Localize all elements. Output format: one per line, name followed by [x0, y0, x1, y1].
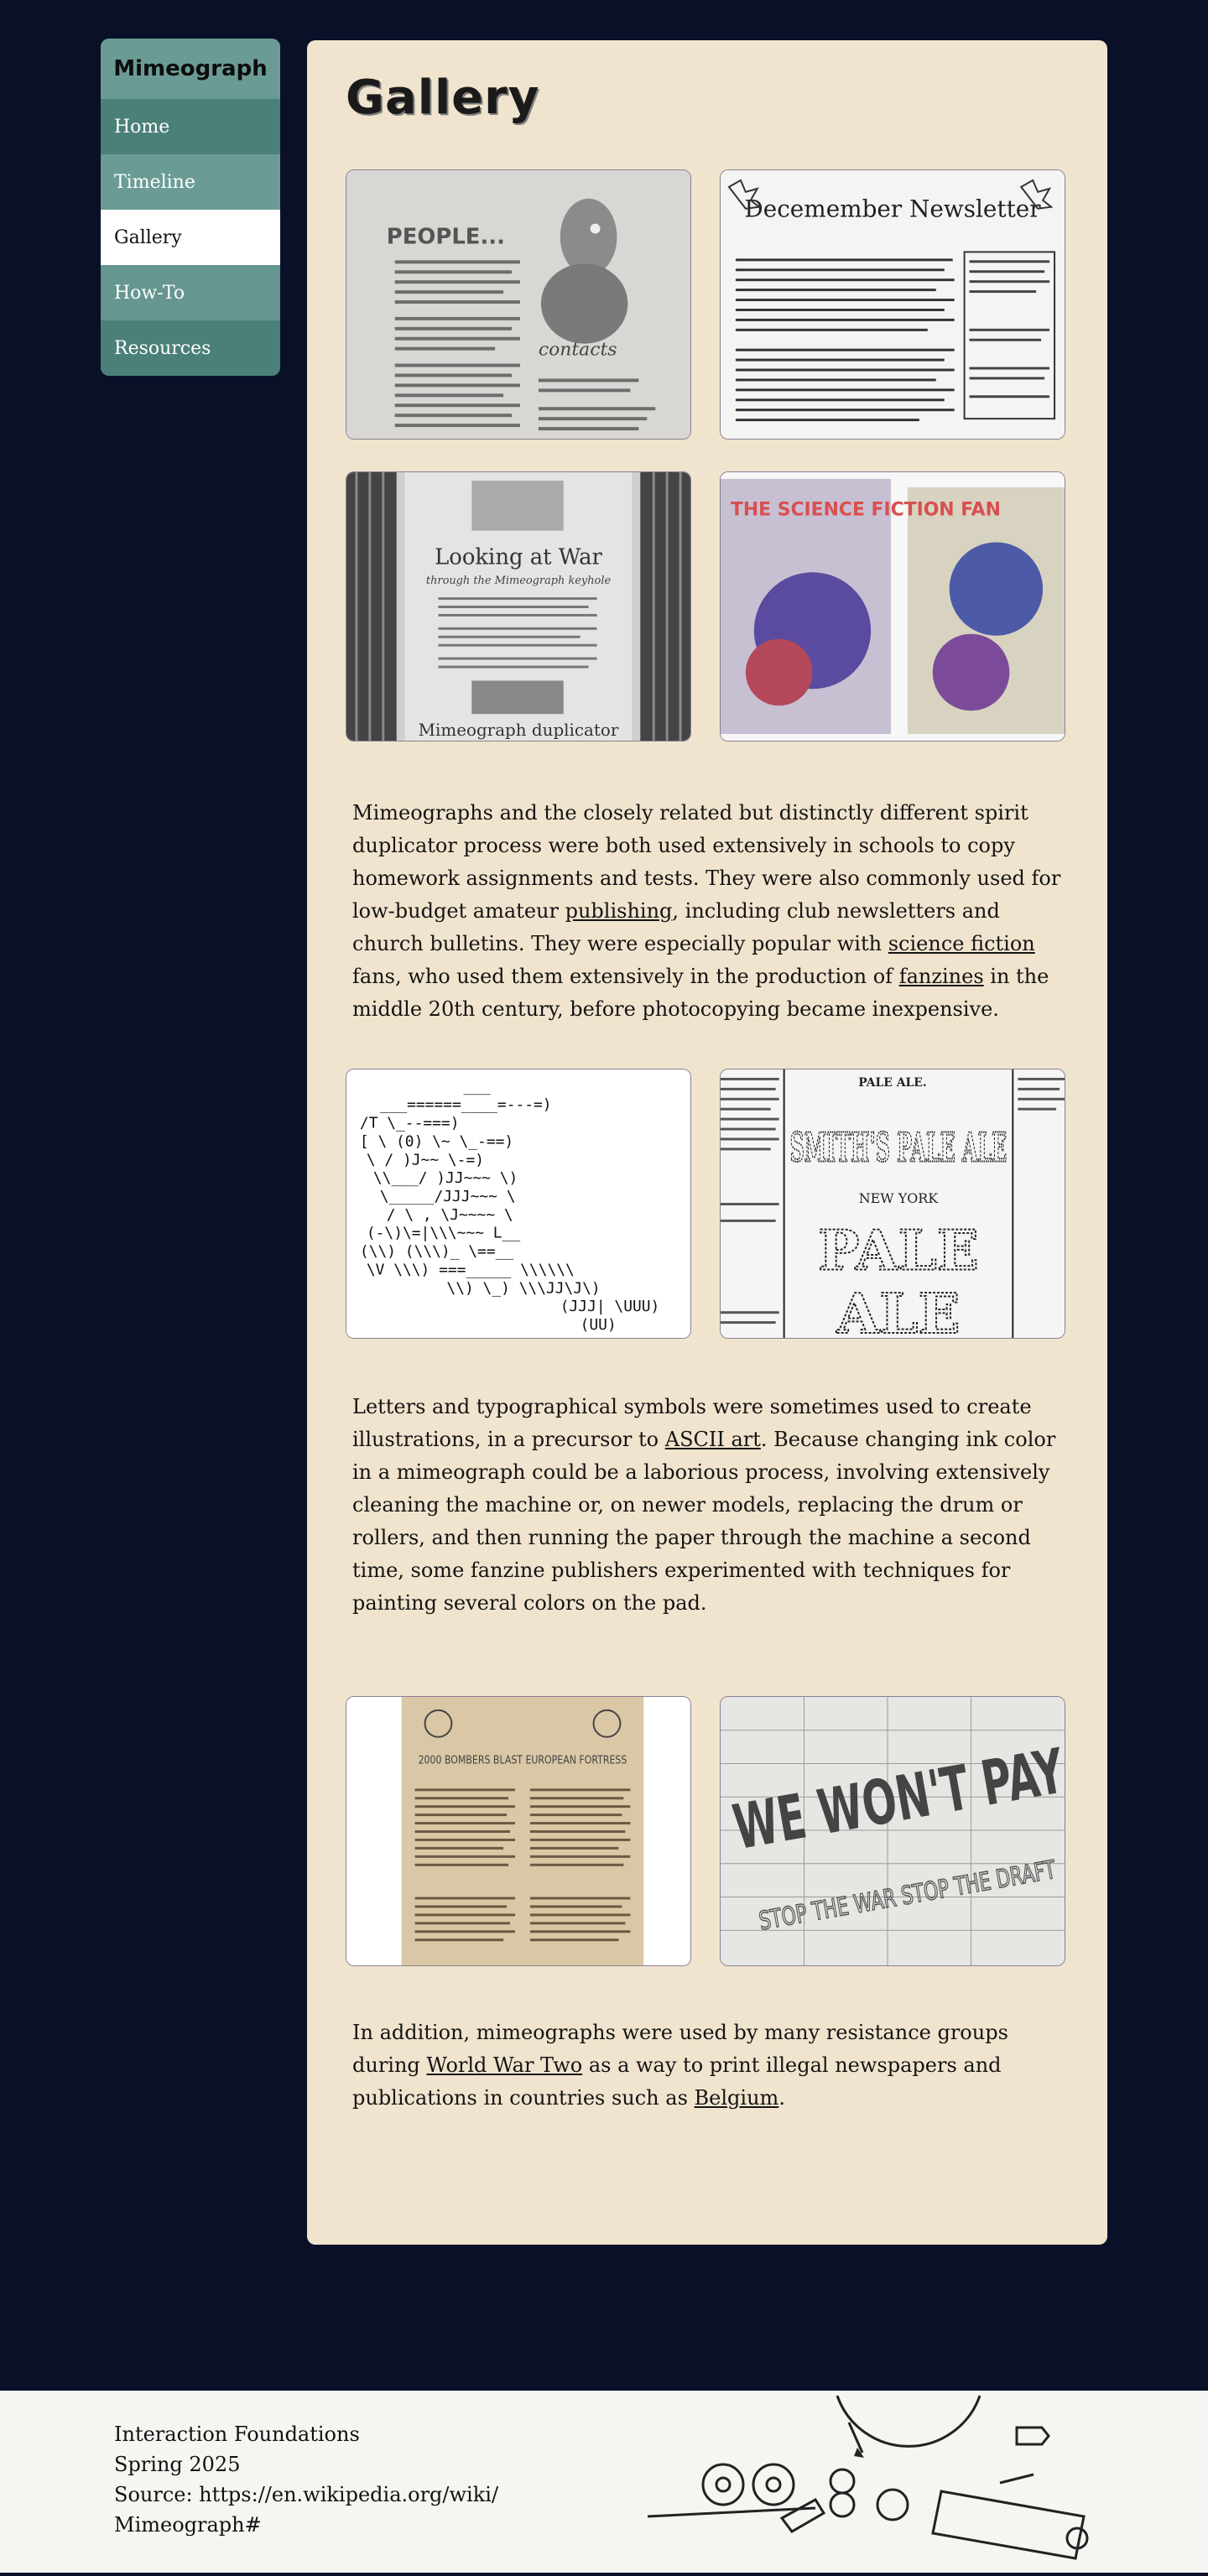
- svg-text:(-\)\=|\\\~~~ L__: (-\)\=|\\\~~~ L__: [367, 1225, 520, 1242]
- link-science-fiction[interactable]: science fiction: [888, 932, 1035, 955]
- paragraph-typographical-illustrations: Letters and typographical symbols were s…: [352, 1391, 1074, 1620]
- typewriter-art-image[interactable]: ___ ___======____=---=) /T \_--===) [ \ …: [346, 1069, 691, 1339]
- zine-caption: PEOPLE...: [387, 224, 505, 249]
- svg-text:/T \_--===): /T \_--===): [360, 1115, 460, 1132]
- footer-course: Interaction Foundations: [114, 2422, 360, 2446]
- war-ad-subcaption: through the Mimeograph keyhole: [426, 575, 612, 587]
- gallery-panel: Gallery PEOPLE... contacts Decemember Ne…: [307, 40, 1107, 2245]
- link-ascii-art[interactable]: ASCII art: [665, 1428, 761, 1451]
- newspaper-headline: 2000 BOMBERS BLAST EUROPEAN FORTRESS: [419, 1755, 627, 1767]
- footer-credits: Interaction Foundations Spring 2025 Sour…: [114, 2419, 500, 2540]
- ale-header: PALE ALE.: [858, 1076, 927, 1090]
- paragraph-text: . Because changing ink color in a mimeog…: [352, 1428, 1056, 1615]
- war-ad-caption: Looking at War: [435, 544, 602, 570]
- footer: Interaction Foundations Spring 2025 Sour…: [0, 2391, 1208, 2573]
- svg-text:/ \ , \J~~~~ \: / \ , \J~~~~ \: [387, 1206, 513, 1224]
- sf-fan-caption: THE SCIENCE FICTION FAN: [731, 500, 1001, 521]
- footer-source[interactable]: Source: https://en.wikipedia.org/wiki/: [114, 2480, 500, 2510]
- svg-text:contacts: contacts: [539, 340, 617, 361]
- svg-text:ALE: ALE: [836, 1282, 960, 1338]
- paragraph-mimeograph-uses: Mimeographs and the closely related but …: [352, 797, 1074, 1026]
- newsletter-caption: Decemember Newsletter: [744, 195, 1041, 223]
- footer-term: Spring 2025: [114, 2453, 241, 2476]
- nav-item-home[interactable]: Home: [101, 99, 280, 154]
- svg-text:\V \\\) ===_____ \\\\\\: \V \\\) ===_____ \\\\\\: [367, 1261, 575, 1278]
- svg-text:[ \ (0) \~ \_-==): [ \ (0) \~ \_-==): [360, 1132, 513, 1150]
- decemember-newsletter-image[interactable]: Decemember Newsletter: [720, 169, 1065, 440]
- link-fanzines[interactable]: fanzines: [899, 965, 984, 988]
- svg-text:___======____=---=): ___======____=---=): [380, 1096, 552, 1114]
- svg-text:(\\) (\\\)_ \==__: (\\) (\\\)_ \==__: [360, 1243, 513, 1261]
- link-publishing[interactable]: publishing: [565, 899, 673, 923]
- paragraph-resistance-groups: In addition, mimeographs were used by ma…: [352, 2017, 1074, 2115]
- paragraph-text: fans, who used them extensively in the p…: [352, 965, 899, 988]
- svg-text:(JJJ| \UUU): (JJJ| \UUU): [560, 1298, 660, 1315]
- ale-subheader: NEW YORK: [859, 1190, 940, 1206]
- page-title: Gallery: [346, 70, 540, 125]
- svg-text:(UU): (UU): [581, 1316, 617, 1334]
- link-belgium[interactable]: Belgium: [695, 2086, 779, 2110]
- we-wont-pay-poster-image[interactable]: WE WON'T PAY STOP THE WAR STOP THE DRAFT: [720, 1696, 1065, 1966]
- brand-title[interactable]: Mimeograph: [101, 39, 280, 99]
- svg-text:\\) \_) \\\JJ\J\): \\) \_) \\\JJ\J\): [446, 1279, 600, 1297]
- svg-text:\ / )J~~ \-=): \ / )J~~ \-=): [367, 1151, 484, 1168]
- science-fiction-fan-covers-image[interactable]: THE SCIENCE FICTION FAN: [720, 471, 1065, 742]
- smiths-pale-ale-image[interactable]: PALE ALE. SMITH'S PALE ALE NEW YORK PALE…: [720, 1069, 1065, 1339]
- ale-title: SMITH'S PALE ALE: [790, 1124, 1008, 1171]
- nav-item-how-to[interactable]: How-To: [101, 265, 280, 320]
- svg-text:\\___/ )JJ~~~ \): \\___/ )JJ~~~ \): [373, 1169, 518, 1187]
- footer-source-anchor[interactable]: Mimeograph#: [114, 2510, 500, 2540]
- paragraph-text: .: [778, 2086, 785, 2110]
- nav-item-gallery[interactable]: Gallery: [101, 210, 280, 265]
- people-contacts-zine-image[interactable]: PEOPLE... contacts: [346, 169, 691, 440]
- war-ad-footer: Mimeograph duplicator: [419, 721, 619, 740]
- sidebar-nav: Mimeograph Home Timeline Gallery How-To …: [101, 39, 280, 376]
- looking-at-war-ad-image[interactable]: Looking at War through the Mimeograph ke…: [346, 471, 691, 742]
- mimeograph-diagram-icon: [647, 2391, 1114, 2573]
- svg-text:___: ___: [463, 1078, 491, 1095]
- nav-item-resources[interactable]: Resources: [101, 320, 280, 376]
- link-world-war-two[interactable]: World War Two: [426, 2053, 582, 2077]
- nav-item-timeline[interactable]: Timeline: [101, 154, 280, 210]
- svg-text:\_____/JJJ~~~ \: \_____/JJJ~~~ \: [380, 1188, 516, 1205]
- svg-text:PALE: PALE: [818, 1219, 979, 1283]
- resistance-newspaper-image[interactable]: 2000 BOMBERS BLAST EUROPEAN FORTRESS: [346, 1696, 691, 1966]
